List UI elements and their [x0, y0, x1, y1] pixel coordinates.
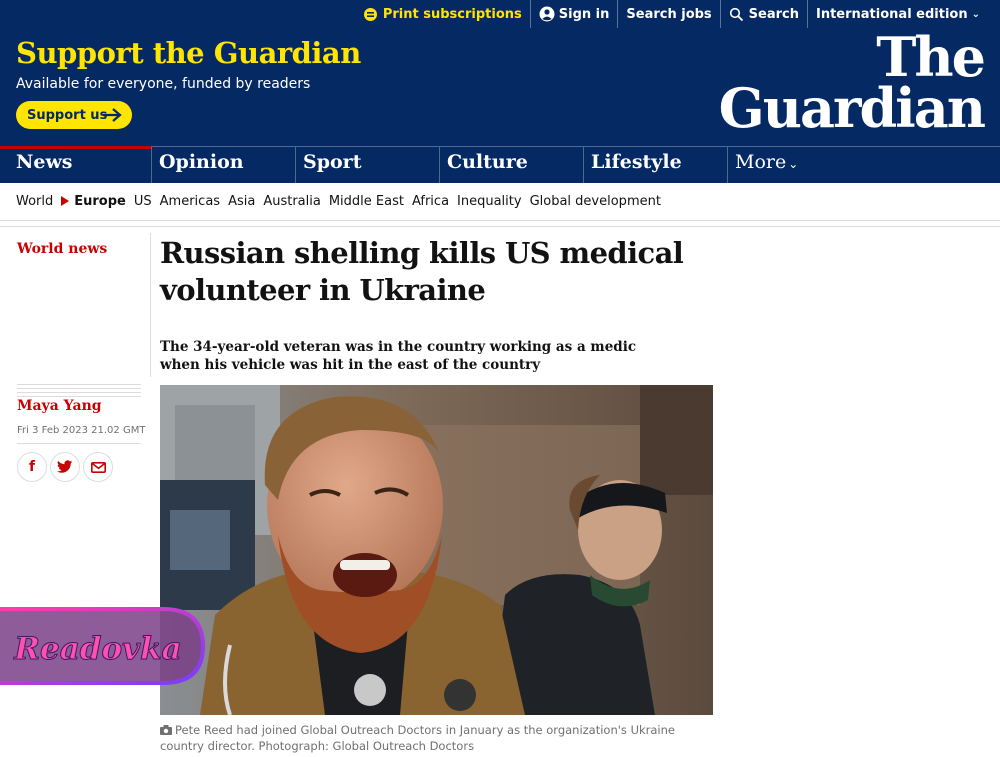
nav-item-sport[interactable]: Sport [295, 147, 439, 183]
support-us-button[interactable]: Support us [16, 101, 132, 129]
masthead: Support the Guardian Available for every… [0, 28, 1000, 146]
sign-in-link[interactable]: Sign in [529, 0, 618, 28]
divider [0, 226, 1000, 227]
logo-line-2: Guardian [718, 76, 986, 141]
camera-icon [160, 725, 172, 735]
facebook-icon: f [28, 459, 36, 475]
edition-label: International edition [816, 6, 968, 22]
arrow-right-icon [103, 108, 122, 122]
article-headline: Russian shelling kills US medical volunt… [160, 236, 684, 307]
support-us-label: Support us [27, 107, 108, 123]
watermark-text: Readovka [13, 631, 182, 667]
email-icon [90, 461, 106, 473]
guardian-logo[interactable]: The Guardian [718, 30, 986, 141]
subnav-item-inequality[interactable]: Inequality [457, 194, 522, 209]
author-byline[interactable]: Maya Yang [17, 398, 102, 414]
support-subtitle: Available for everyone, funded by reader… [16, 76, 311, 92]
subnav-item-europe[interactable]: Europe [61, 194, 126, 209]
edition-switcher[interactable]: International edition ⌄ [807, 0, 988, 28]
section-label[interactable]: World news [17, 241, 107, 257]
subnav-item-world[interactable]: World [16, 194, 53, 209]
article-photo[interactable] [160, 385, 713, 715]
email-share-button[interactable] [83, 452, 113, 482]
sub-nav: World Europe US Americas Asia Australia … [0, 183, 1000, 221]
nav-item-more[interactable]: More ⌄ [727, 147, 871, 183]
share-buttons: f [17, 452, 113, 482]
print-subscriptions-link[interactable]: Print subscriptions [355, 0, 530, 28]
column-divider [150, 233, 151, 377]
nav-item-opinion[interactable]: Opinion [151, 147, 295, 183]
publish-date: Fri 3 Feb 2023 21.02 GMT [17, 425, 146, 436]
subnav-item-africa[interactable]: Africa [412, 194, 449, 209]
nav-item-news[interactable]: News [0, 146, 151, 183]
nav-item-lifestyle[interactable]: Lifestyle [583, 147, 727, 183]
subnav-item-europe-label: Europe [74, 194, 126, 209]
top-bar: Print subscriptions Sign in Search jobs … [0, 0, 1000, 28]
search-jobs-link[interactable]: Search jobs [617, 0, 719, 28]
chevron-down-icon: ⌄ [788, 157, 799, 171]
subnav-item-australia[interactable]: Australia [263, 194, 321, 209]
caption-text: Pete Reed had joined Global Outreach Doc… [160, 723, 675, 753]
subnav-item-asia[interactable]: Asia [228, 194, 255, 209]
subnav-item-middle-east[interactable]: Middle East [329, 194, 404, 209]
photo-illustration [160, 385, 713, 715]
twitter-share-button[interactable] [50, 452, 80, 482]
main-nav: News Opinion Sport Culture Lifestyle Mor… [0, 146, 1000, 183]
sign-in-label: Sign in [558, 6, 610, 22]
subscription-icon [363, 6, 379, 22]
triangle-right-icon [61, 196, 70, 206]
subnav-item-global-development[interactable]: Global development [530, 194, 661, 209]
support-title: Support the Guardian [16, 36, 361, 70]
twitter-icon [57, 460, 73, 473]
print-subscriptions-label: Print subscriptions [382, 6, 522, 22]
subnav-item-us[interactable]: US [134, 194, 152, 209]
chevron-down-icon: ⌄ [971, 8, 980, 20]
nav-more-label: More [735, 151, 787, 173]
nav-item-culture[interactable]: Culture [439, 147, 583, 183]
search-jobs-label: Search jobs [626, 6, 712, 22]
photo-caption: Pete Reed had joined Global Outreach Doc… [160, 722, 720, 754]
search-icon [729, 6, 745, 22]
search-link[interactable]: Search [719, 0, 807, 28]
facebook-share-button[interactable]: f [17, 452, 47, 482]
user-icon [539, 6, 555, 22]
article-standfirst: The 34-year-old veteran was in the count… [160, 339, 637, 373]
divider [17, 443, 141, 444]
subnav-item-americas[interactable]: Americas [160, 194, 220, 209]
search-label: Search [748, 6, 799, 22]
readovka-watermark: Readovka [0, 603, 208, 689]
